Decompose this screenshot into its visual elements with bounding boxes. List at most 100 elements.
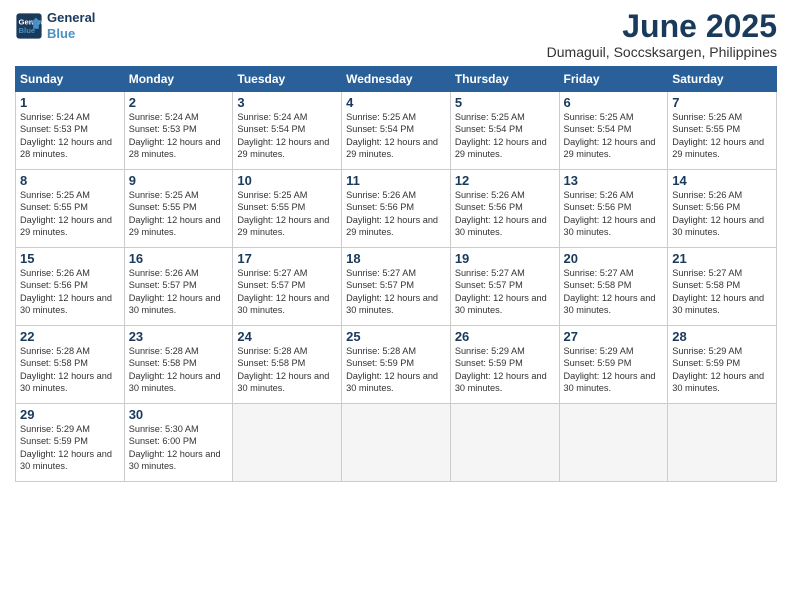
day-number: 30: [129, 407, 229, 422]
calendar-cell: 7Sunrise: 5:25 AMSunset: 5:55 PMDaylight…: [668, 92, 777, 170]
calendar-header-row: Sunday Monday Tuesday Wednesday Thursday…: [16, 67, 777, 92]
calendar-cell: 26Sunrise: 5:29 AMSunset: 5:59 PMDayligh…: [450, 326, 559, 404]
day-info: Sunrise: 5:25 AMSunset: 5:54 PMDaylight:…: [564, 111, 664, 161]
day-number: 8: [20, 173, 120, 188]
page: General Blue General Blue June 2025 Duma…: [0, 0, 792, 612]
day-number: 5: [455, 95, 555, 110]
day-info: Sunrise: 5:28 AMSunset: 5:59 PMDaylight:…: [346, 345, 446, 395]
calendar-cell: 30Sunrise: 5:30 AMSunset: 6:00 PMDayligh…: [124, 404, 233, 482]
calendar-cell: 23Sunrise: 5:28 AMSunset: 5:58 PMDayligh…: [124, 326, 233, 404]
calendar-cell: 21Sunrise: 5:27 AMSunset: 5:58 PMDayligh…: [668, 248, 777, 326]
calendar-cell: 28Sunrise: 5:29 AMSunset: 5:59 PMDayligh…: [668, 326, 777, 404]
header: General Blue General Blue June 2025 Duma…: [15, 10, 777, 60]
calendar-cell: 24Sunrise: 5:28 AMSunset: 5:58 PMDayligh…: [233, 326, 342, 404]
header-saturday: Saturday: [668, 67, 777, 92]
calendar-row-1: 8Sunrise: 5:25 AMSunset: 5:55 PMDaylight…: [16, 170, 777, 248]
day-number: 21: [672, 251, 772, 266]
day-info: Sunrise: 5:26 AMSunset: 5:56 PMDaylight:…: [455, 189, 555, 239]
day-number: 14: [672, 173, 772, 188]
day-number: 17: [237, 251, 337, 266]
day-info: Sunrise: 5:25 AMSunset: 5:54 PMDaylight:…: [455, 111, 555, 161]
calendar-cell: 19Sunrise: 5:27 AMSunset: 5:57 PMDayligh…: [450, 248, 559, 326]
calendar-cell: 14Sunrise: 5:26 AMSunset: 5:56 PMDayligh…: [668, 170, 777, 248]
calendar-cell: 2Sunrise: 5:24 AMSunset: 5:53 PMDaylight…: [124, 92, 233, 170]
day-info: Sunrise: 5:27 AMSunset: 5:57 PMDaylight:…: [237, 267, 337, 317]
calendar-cell: 6Sunrise: 5:25 AMSunset: 5:54 PMDaylight…: [559, 92, 668, 170]
day-number: 29: [20, 407, 120, 422]
day-number: 19: [455, 251, 555, 266]
calendar-cell: [559, 404, 668, 482]
calendar-cell: 18Sunrise: 5:27 AMSunset: 5:57 PMDayligh…: [342, 248, 451, 326]
day-info: Sunrise: 5:25 AMSunset: 5:54 PMDaylight:…: [346, 111, 446, 161]
calendar-cell: 20Sunrise: 5:27 AMSunset: 5:58 PMDayligh…: [559, 248, 668, 326]
calendar-cell: 4Sunrise: 5:25 AMSunset: 5:54 PMDaylight…: [342, 92, 451, 170]
calendar-cell: 15Sunrise: 5:26 AMSunset: 5:56 PMDayligh…: [16, 248, 125, 326]
day-info: Sunrise: 5:29 AMSunset: 5:59 PMDaylight:…: [672, 345, 772, 395]
day-number: 10: [237, 173, 337, 188]
logo-text: General Blue: [47, 10, 95, 41]
day-number: 20: [564, 251, 664, 266]
day-info: Sunrise: 5:25 AMSunset: 5:55 PMDaylight:…: [237, 189, 337, 239]
day-info: Sunrise: 5:30 AMSunset: 6:00 PMDaylight:…: [129, 423, 229, 473]
calendar-cell: 17Sunrise: 5:27 AMSunset: 5:57 PMDayligh…: [233, 248, 342, 326]
day-info: Sunrise: 5:28 AMSunset: 5:58 PMDaylight:…: [237, 345, 337, 395]
calendar-cell: 1Sunrise: 5:24 AMSunset: 5:53 PMDaylight…: [16, 92, 125, 170]
day-info: Sunrise: 5:26 AMSunset: 5:56 PMDaylight:…: [564, 189, 664, 239]
day-info: Sunrise: 5:25 AMSunset: 5:55 PMDaylight:…: [672, 111, 772, 161]
header-friday: Friday: [559, 67, 668, 92]
calendar-cell: 25Sunrise: 5:28 AMSunset: 5:59 PMDayligh…: [342, 326, 451, 404]
day-info: Sunrise: 5:26 AMSunset: 5:56 PMDaylight:…: [346, 189, 446, 239]
day-number: 15: [20, 251, 120, 266]
day-number: 1: [20, 95, 120, 110]
calendar-cell: 12Sunrise: 5:26 AMSunset: 5:56 PMDayligh…: [450, 170, 559, 248]
day-number: 28: [672, 329, 772, 344]
day-number: 22: [20, 329, 120, 344]
day-number: 13: [564, 173, 664, 188]
day-number: 7: [672, 95, 772, 110]
day-number: 9: [129, 173, 229, 188]
day-info: Sunrise: 5:25 AMSunset: 5:55 PMDaylight:…: [129, 189, 229, 239]
calendar-cell: [668, 404, 777, 482]
calendar-cell: 11Sunrise: 5:26 AMSunset: 5:56 PMDayligh…: [342, 170, 451, 248]
calendar-cell: [450, 404, 559, 482]
day-info: Sunrise: 5:25 AMSunset: 5:55 PMDaylight:…: [20, 189, 120, 239]
logo: General Blue General Blue: [15, 10, 95, 41]
day-number: 27: [564, 329, 664, 344]
calendar-cell: [233, 404, 342, 482]
day-number: 23: [129, 329, 229, 344]
calendar-cell: 13Sunrise: 5:26 AMSunset: 5:56 PMDayligh…: [559, 170, 668, 248]
day-number: 4: [346, 95, 446, 110]
day-info: Sunrise: 5:27 AMSunset: 5:58 PMDaylight:…: [672, 267, 772, 317]
calendar-cell: 5Sunrise: 5:25 AMSunset: 5:54 PMDaylight…: [450, 92, 559, 170]
day-number: 25: [346, 329, 446, 344]
calendar-row-3: 22Sunrise: 5:28 AMSunset: 5:58 PMDayligh…: [16, 326, 777, 404]
header-thursday: Thursday: [450, 67, 559, 92]
day-info: Sunrise: 5:26 AMSunset: 5:57 PMDaylight:…: [129, 267, 229, 317]
day-number: 11: [346, 173, 446, 188]
day-info: Sunrise: 5:29 AMSunset: 5:59 PMDaylight:…: [564, 345, 664, 395]
day-number: 6: [564, 95, 664, 110]
header-tuesday: Tuesday: [233, 67, 342, 92]
month-title: June 2025: [547, 10, 777, 42]
calendar-cell: 9Sunrise: 5:25 AMSunset: 5:55 PMDaylight…: [124, 170, 233, 248]
location-title: Dumaguil, Soccsksargen, Philippines: [547, 44, 777, 60]
day-number: 24: [237, 329, 337, 344]
day-number: 16: [129, 251, 229, 266]
day-info: Sunrise: 5:26 AMSunset: 5:56 PMDaylight:…: [672, 189, 772, 239]
day-info: Sunrise: 5:27 AMSunset: 5:58 PMDaylight:…: [564, 267, 664, 317]
calendar-cell: 16Sunrise: 5:26 AMSunset: 5:57 PMDayligh…: [124, 248, 233, 326]
day-info: Sunrise: 5:29 AMSunset: 5:59 PMDaylight:…: [455, 345, 555, 395]
calendar-row-2: 15Sunrise: 5:26 AMSunset: 5:56 PMDayligh…: [16, 248, 777, 326]
day-number: 2: [129, 95, 229, 110]
day-info: Sunrise: 5:28 AMSunset: 5:58 PMDaylight:…: [20, 345, 120, 395]
header-sunday: Sunday: [16, 67, 125, 92]
calendar-cell: 29Sunrise: 5:29 AMSunset: 5:59 PMDayligh…: [16, 404, 125, 482]
calendar-cell: [342, 404, 451, 482]
header-wednesday: Wednesday: [342, 67, 451, 92]
day-info: Sunrise: 5:24 AMSunset: 5:54 PMDaylight:…: [237, 111, 337, 161]
day-info: Sunrise: 5:28 AMSunset: 5:58 PMDaylight:…: [129, 345, 229, 395]
day-info: Sunrise: 5:24 AMSunset: 5:53 PMDaylight:…: [129, 111, 229, 161]
calendar-cell: 8Sunrise: 5:25 AMSunset: 5:55 PMDaylight…: [16, 170, 125, 248]
day-number: 12: [455, 173, 555, 188]
day-info: Sunrise: 5:27 AMSunset: 5:57 PMDaylight:…: [455, 267, 555, 317]
